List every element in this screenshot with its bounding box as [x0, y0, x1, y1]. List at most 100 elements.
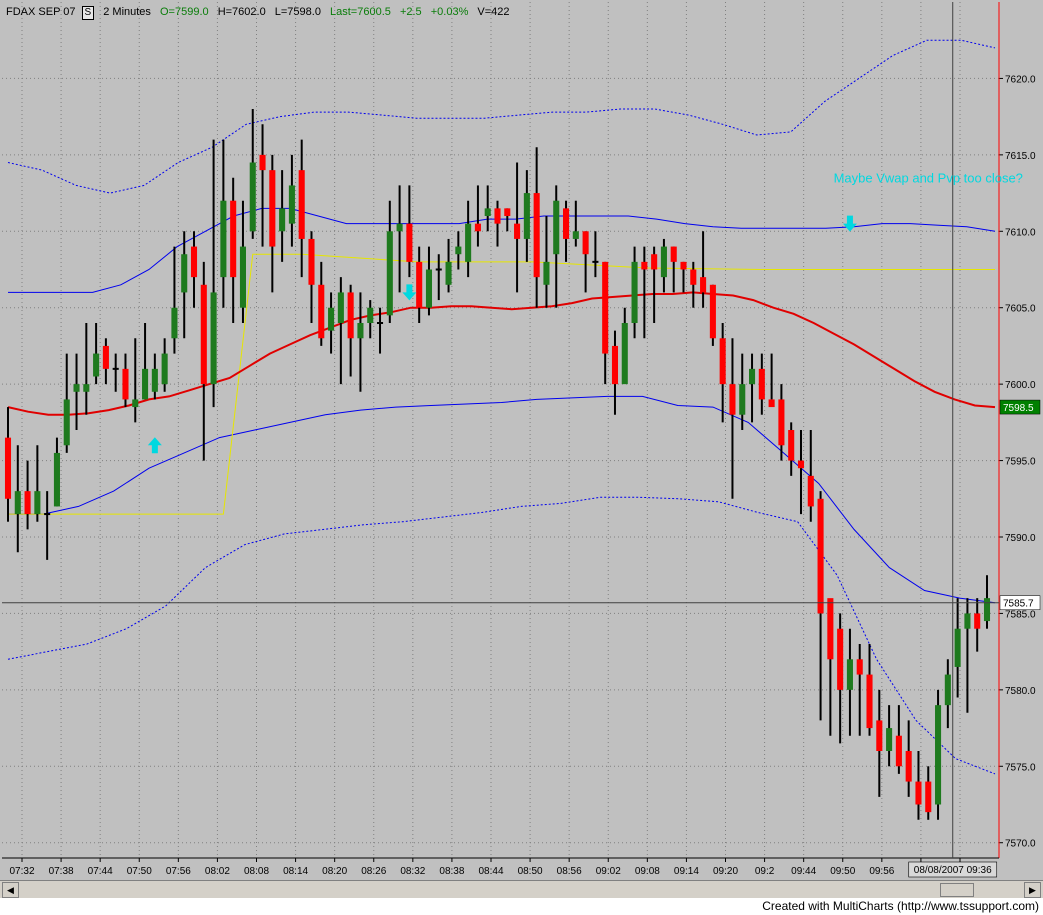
y-tick-label: 7615.0: [1005, 151, 1036, 162]
candle-body: [386, 231, 393, 316]
scroll-right-icon[interactable]: ▶: [1024, 882, 1041, 898]
candle-body: [14, 491, 21, 515]
candle-body: [406, 223, 413, 262]
candle-body: [102, 345, 109, 369]
x-tick-label: 08:44: [478, 866, 503, 877]
candle-body: [171, 307, 178, 339]
x-tick-label: 09:02: [596, 866, 621, 877]
low-value: L=7598.0: [274, 6, 321, 18]
candle-body: [93, 353, 100, 377]
candle-body: [24, 491, 31, 515]
y-tick-label: 7570.0: [1005, 839, 1036, 850]
candle-body: [328, 307, 335, 331]
candle-body: [807, 475, 814, 507]
candle-body: [670, 246, 677, 262]
arrow-down-icon: [402, 284, 417, 301]
candle-body: [572, 231, 579, 239]
symbol-label: FDAX SEP 07: [6, 6, 76, 18]
open-value: O=7599.0: [160, 6, 209, 18]
candle-body: [827, 598, 834, 660]
symbol-settings-button[interactable]: S: [81, 6, 95, 20]
x-tick-label: 08:14: [283, 866, 308, 877]
x-tick-label: 09:56: [869, 866, 894, 877]
x-tick-label: 08:26: [361, 866, 386, 877]
scroll-left-icon[interactable]: ◀: [2, 882, 19, 898]
candle-body: [249, 162, 256, 232]
horizontal-scrollbar[interactable]: ◀ ▶: [0, 880, 1043, 898]
candle-body: [416, 261, 423, 308]
candle-body: [846, 659, 853, 690]
candle-body: [318, 284, 325, 339]
x-tick-label: 07:32: [9, 866, 34, 877]
candle-body: [151, 368, 158, 392]
candle-body: [220, 200, 227, 278]
candle-body: [288, 185, 295, 224]
price-chart[interactable]: 7570.0 7575.0 7580.0 7585.0 7590.0 7595.0 7600…: [0, 0, 1043, 880]
candle-body: [562, 208, 570, 239]
candle-body: [484, 208, 491, 216]
candle-body: [641, 261, 648, 270]
y-tick-label: 7580.0: [1005, 686, 1036, 697]
candle-body: [631, 261, 638, 323]
x-tick-label: 09:14: [674, 866, 699, 877]
candle-body: [582, 231, 589, 255]
change-value: +2.5: [399, 6, 422, 18]
x-tick-label: 08:50: [518, 866, 543, 877]
candle-body: [279, 208, 286, 232]
candle-body: [983, 598, 991, 622]
candle-body: [964, 613, 971, 629]
candle-body: [239, 246, 246, 308]
candle-body: [866, 674, 873, 729]
chart-header: FDAX SEP 07 S 2 Minutes O=7599.0 H=7602.0…: [0, 0, 1000, 24]
candle-body: [935, 705, 942, 805]
candle-body: [719, 338, 726, 385]
y-tick-label: 7610.0: [1005, 227, 1036, 238]
last-value: Last=7600.5: [330, 6, 391, 18]
x-tick-label: 09:50: [830, 866, 855, 877]
candle-body: [797, 460, 805, 469]
candle-body: [709, 284, 716, 339]
candle-body: [788, 430, 795, 461]
candle-body: [514, 223, 521, 239]
interval-label: 2 Minutes: [103, 6, 151, 18]
candle-body: [474, 223, 481, 232]
candle-body: [886, 728, 893, 751]
y-tick-label: 7605.0: [1005, 304, 1036, 315]
candle-body: [298, 170, 305, 239]
candle-body: [161, 353, 168, 385]
x-tick-label: 07:50: [127, 866, 152, 877]
candle-body: [768, 399, 775, 408]
candle-body: [739, 384, 746, 415]
candle-body: [73, 384, 80, 392]
candle-body: [230, 200, 237, 278]
x-tick-label: 07:44: [88, 866, 113, 877]
x-tick-label: 08:32: [400, 866, 425, 877]
candle-body: [445, 261, 452, 285]
candle-body: [729, 384, 736, 415]
candle-body: [660, 246, 667, 278]
y-tick-label: 7575.0: [1005, 762, 1036, 773]
scrollbar-thumb[interactable]: [940, 883, 974, 897]
candle-body: [396, 223, 403, 232]
candle-body: [778, 399, 785, 446]
candle-body: [533, 193, 540, 278]
x-tick-label: 08:02: [205, 866, 230, 877]
candle-body: [602, 261, 609, 354]
y-tick-label: 7595.0: [1005, 457, 1036, 468]
candle-body: [954, 628, 961, 667]
candle-body: [190, 246, 198, 278]
arrow-down-icon: [842, 215, 857, 232]
candle-body: [690, 269, 697, 285]
x-tick-label: 08:08: [244, 866, 269, 877]
x-tick-label: 09:08: [635, 866, 660, 877]
candle-body: [504, 208, 511, 216]
candle-body: [63, 399, 70, 446]
candle-body: [210, 292, 217, 385]
change-pct-value: +0.03%: [430, 6, 469, 18]
price-tag-label: 7598.5: [1003, 403, 1034, 414]
chart-annotation: Maybe Vwap and Pvp too close?: [834, 170, 1023, 185]
vwap-line: [7, 291, 996, 416]
candle-body: [132, 399, 139, 408]
candle-body: [4, 437, 12, 499]
y-tick-label: 7620.0: [1005, 74, 1036, 85]
